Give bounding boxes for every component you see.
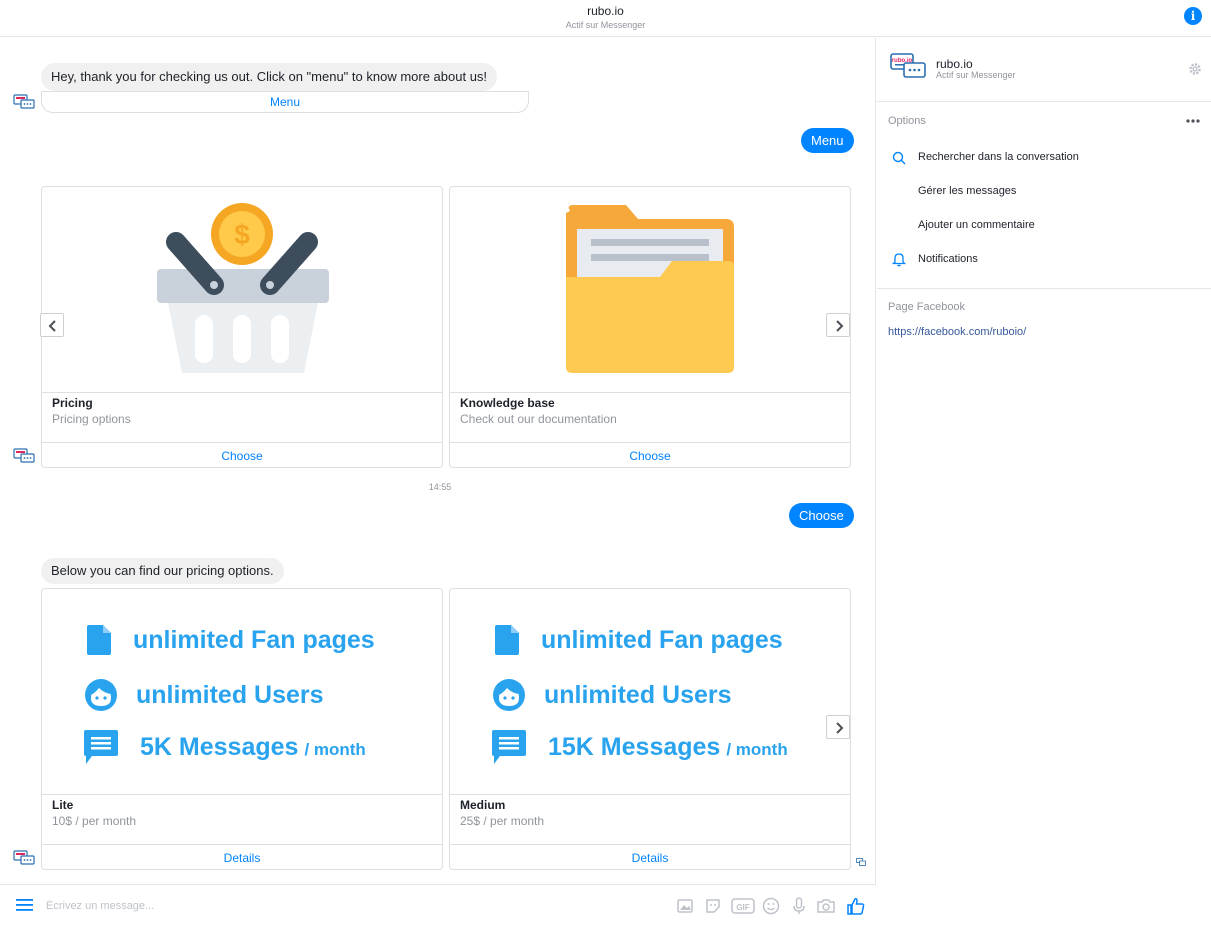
bot-avatar-icon xyxy=(13,448,35,463)
card-image: unlimited Fan pages unlimited Users 15K … xyxy=(450,589,850,795)
card-subtitle: 25$ / per month xyxy=(460,814,545,828)
sticker-icon[interactable] xyxy=(703,896,723,916)
choose-button[interactable]: Choose xyxy=(450,442,850,467)
carousel-card-medium: unlimited Fan pages unlimited Users 15K … xyxy=(449,588,851,870)
card-image: $ xyxy=(42,187,442,393)
feature-messages: 15K Messages / month xyxy=(548,733,788,762)
card-title: Knowledge base xyxy=(460,396,555,410)
per-month-label: / month xyxy=(726,739,788,759)
details-button[interactable]: Details xyxy=(450,844,850,869)
bot-avatar-icon xyxy=(13,850,35,865)
message-timestamp: 14:55 xyxy=(428,482,452,492)
conversation-status: Actif sur Messenger xyxy=(565,20,646,30)
messages-quota: 5K Messages xyxy=(140,732,299,761)
bot-pricing-bubble: Below you can find our pricing options. xyxy=(41,558,284,584)
message-list[interactable]: Hey, thank you for checking us out. Clic… xyxy=(0,38,876,884)
user-choose-bubble: Choose xyxy=(789,503,854,528)
conversation-header: rubo.io Actif sur Messenger i xyxy=(0,0,1211,37)
user-face-icon xyxy=(493,679,525,711)
card-subtitle: 10$ / per month xyxy=(52,814,137,828)
search-icon xyxy=(892,151,906,165)
feature-messages: 5K Messages / month xyxy=(140,733,366,762)
page-status: Actif sur Messenger xyxy=(936,70,1016,80)
carousel-card-lite: unlimited Fan pages unlimited Users 5K M… xyxy=(41,588,443,870)
carousel-card-knowledge-base: Knowledge base Check out our documentati… xyxy=(449,186,851,468)
option-search-conversation[interactable]: Rechercher dans la conversation xyxy=(918,151,1079,163)
conversation-details-panel: rubo.io rubo.io Actif sur Messenger Opti… xyxy=(877,38,1211,926)
basket-coin-icon: $ xyxy=(157,203,329,373)
document-icon xyxy=(495,625,519,655)
details-button[interactable]: Details xyxy=(42,844,442,869)
facebook-page-link[interactable]: https://facebook.com/ruboio/ xyxy=(888,326,1026,338)
card-title: Lite xyxy=(52,798,74,812)
more-options-icon[interactable] xyxy=(1186,119,1200,123)
message-icon xyxy=(492,730,526,764)
facebook-page-heading: Page Facebook xyxy=(888,301,966,313)
card-title: Medium xyxy=(460,798,506,812)
emoji-icon[interactable] xyxy=(761,896,781,916)
page-name: rubo.io xyxy=(936,57,973,71)
rubo-logo-icon: rubo.io xyxy=(890,53,926,78)
bot-avatar-icon xyxy=(13,94,35,109)
seen-indicator-icon xyxy=(856,858,866,866)
message-icon xyxy=(84,730,118,764)
info-icon[interactable]: i xyxy=(1184,7,1202,25)
divider xyxy=(877,101,1211,102)
per-month-label: / month xyxy=(304,739,366,759)
feature-users: unlimited Users xyxy=(544,680,732,709)
feature-users: unlimited Users xyxy=(136,680,324,709)
bell-icon xyxy=(891,253,907,267)
feature-fan-pages: unlimited Fan pages xyxy=(541,625,783,654)
chevron-right-icon xyxy=(836,320,844,332)
menu-hamburger-icon[interactable] xyxy=(16,898,34,912)
messages-quota: 15K Messages xyxy=(548,732,721,761)
gear-icon[interactable] xyxy=(1188,62,1202,76)
camera-icon[interactable] xyxy=(816,896,836,916)
image-icon[interactable] xyxy=(675,896,695,916)
option-notifications[interactable]: Notifications xyxy=(918,253,978,265)
svg-text:$: $ xyxy=(234,219,250,250)
messenger-window: rubo.io Actif sur Messenger i Hey, thank… xyxy=(0,0,1211,926)
card-subtitle: Check out our documentation xyxy=(460,412,617,426)
choose-button[interactable]: Choose xyxy=(42,442,442,467)
message-composer: GIF xyxy=(0,884,876,926)
card-image xyxy=(450,187,850,393)
card-title: Pricing xyxy=(52,396,93,410)
conversation-title: rubo.io xyxy=(587,4,624,18)
card-image: unlimited Fan pages unlimited Users 5K M… xyxy=(42,589,442,795)
carousel-card-pricing: $ Pricing Pricing options Choose xyxy=(41,186,443,468)
thumbs-up-icon[interactable] xyxy=(846,896,866,916)
menu-quick-button[interactable]: Menu xyxy=(41,91,529,113)
carousel-next-button[interactable] xyxy=(826,313,850,337)
feature-fan-pages: unlimited Fan pages xyxy=(133,625,375,654)
option-add-comment[interactable]: Ajouter un commentaire xyxy=(918,219,1035,231)
carousel-next-button[interactable] xyxy=(826,715,850,739)
chevron-left-icon xyxy=(48,320,56,332)
folder-icon xyxy=(566,205,734,373)
user-menu-bubble: Menu xyxy=(801,128,854,153)
carousel-prev-button[interactable] xyxy=(40,313,64,337)
gif-icon[interactable]: GIF xyxy=(731,896,755,916)
option-manage-messages[interactable]: Gérer les messages xyxy=(918,185,1016,197)
chevron-right-icon xyxy=(836,722,844,734)
divider xyxy=(877,288,1211,289)
microphone-icon[interactable] xyxy=(789,896,809,916)
document-icon xyxy=(87,625,111,655)
card-subtitle: Pricing options xyxy=(52,412,131,426)
message-input[interactable] xyxy=(46,898,646,914)
bot-greeting-bubble: Hey, thank you for checking us out. Clic… xyxy=(41,63,498,91)
user-face-icon xyxy=(85,679,117,711)
svg-text:GIF: GIF xyxy=(736,903,749,912)
options-heading: Options xyxy=(888,115,926,127)
